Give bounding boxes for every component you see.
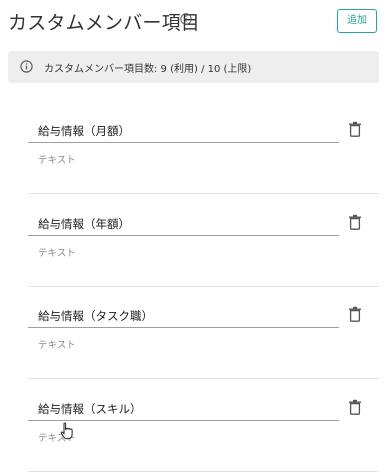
trash-icon[interactable] — [348, 214, 362, 230]
custom-member-item: 給与情報（タスク職） テキスト — [28, 289, 379, 379]
item-name-field[interactable]: 給与情報（月額） — [28, 119, 339, 143]
add-button[interactable]: 追加 — [337, 9, 377, 33]
custom-member-item: 給与情報（スキル） テキスト — [28, 382, 379, 472]
item-name-field[interactable]: 給与情報（年額） — [28, 212, 339, 236]
custom-member-item: 給与情報（月額） テキスト — [28, 104, 379, 194]
custom-member-item: 給与情報（年額） テキスト — [28, 197, 379, 287]
item-type-label: テキスト — [38, 155, 76, 166]
trash-icon[interactable] — [348, 399, 362, 415]
banner-text: カスタムメンバー項目数: 9 (利用) / 10 (上限) — [44, 64, 252, 75]
item-name-field[interactable]: 給与情報（タスク職） — [28, 304, 339, 328]
trash-icon[interactable] — [348, 121, 362, 137]
item-name-value: 給与情報（タスク職） — [38, 309, 153, 323]
page-header: カスタムメンバー項目 追加 — [0, 0, 392, 46]
page-title: カスタムメンバー項目 — [8, 12, 201, 34]
info-icon — [20, 60, 33, 73]
info-banner: カスタムメンバー項目数: 9 (利用) / 10 (上限) — [8, 51, 379, 83]
item-type-label: テキスト — [38, 340, 76, 351]
item-name-value: 給与情報（月額） — [38, 124, 130, 138]
item-name-value: 給与情報（スキル） — [38, 402, 142, 416]
hand-pointer-icon — [60, 422, 73, 440]
item-type-label: テキスト — [38, 248, 76, 259]
trash-icon[interactable] — [348, 306, 362, 322]
item-name-field[interactable]: 給与情報（スキル） — [28, 397, 339, 421]
info-icon[interactable] — [180, 13, 192, 25]
item-name-value: 給与情報（年額） — [38, 217, 130, 231]
